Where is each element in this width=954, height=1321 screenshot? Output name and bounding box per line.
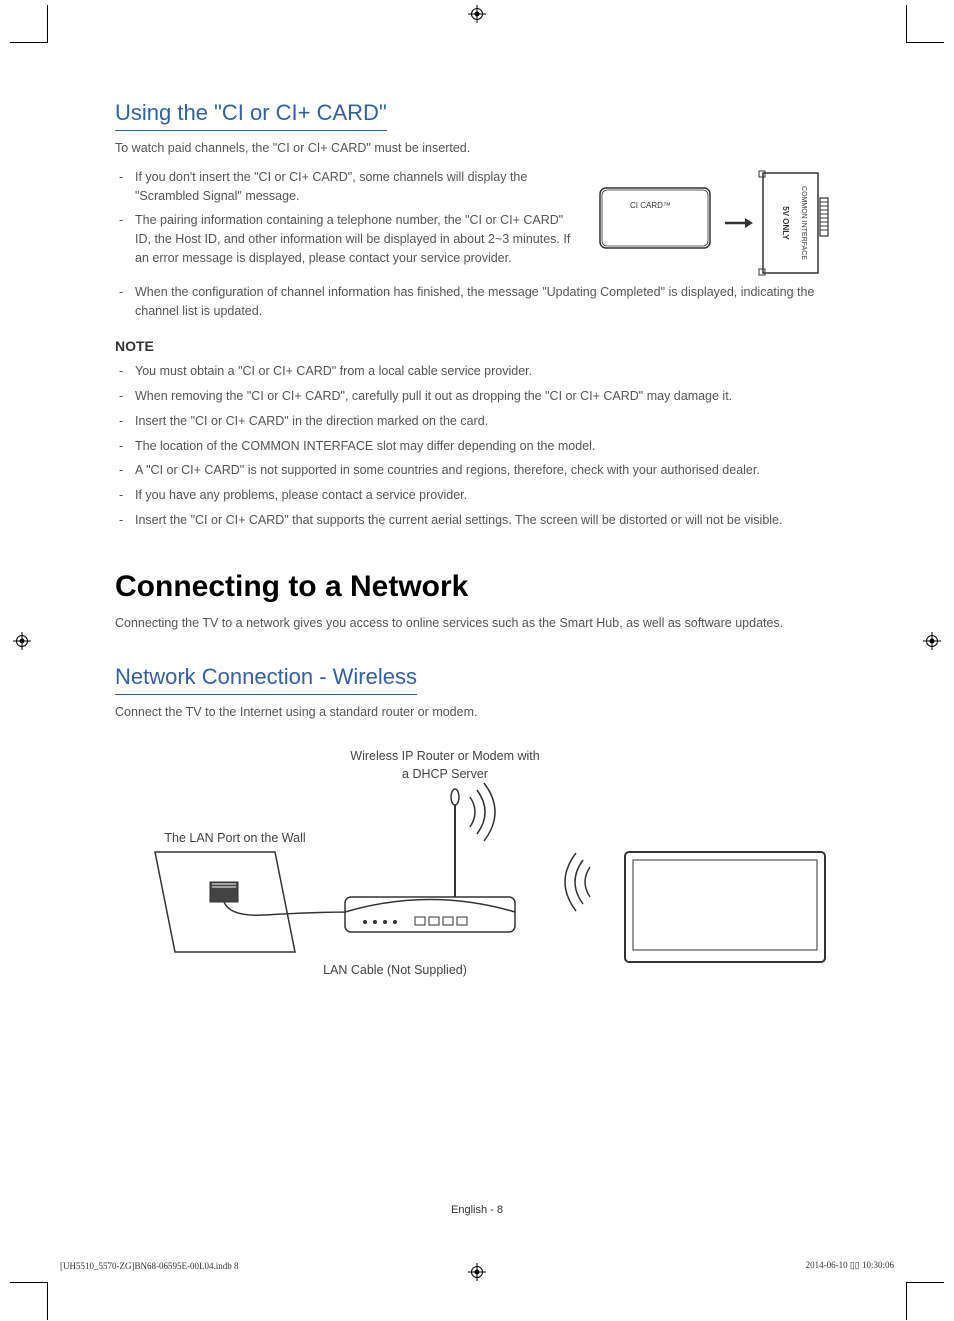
- wifi-waves-icon: [565, 853, 590, 911]
- registration-mark-icon: [923, 632, 941, 650]
- registration-mark-icon: [13, 632, 31, 650]
- ci-bullet-list-bottom: When the configuration of channel inform…: [115, 283, 845, 321]
- ci-row: If you don't insert the "CI or CI+ CARD"…: [115, 168, 845, 283]
- ci-text-column: If you don't insert the "CI or CI+ CARD"…: [115, 168, 575, 283]
- tv-icon: [625, 852, 825, 962]
- lan-cable-label: LAN Cable (Not Supplied): [323, 963, 467, 977]
- note-bullet: You must obtain a "CI or CI+ CARD" from …: [119, 362, 845, 381]
- crop-mark: [906, 42, 944, 43]
- crop-mark: [10, 42, 48, 43]
- router-label-line2: a DHCP Server: [402, 767, 488, 781]
- router-icon: [345, 783, 515, 932]
- ci-bullet-list-top: If you don't insert the "CI or CI+ CARD"…: [115, 168, 575, 268]
- wall-port-icon: [155, 852, 355, 952]
- note-bullet: When removing the "CI or CI+ CARD", care…: [119, 387, 845, 406]
- ci-intro-text: To watch paid channels, the "CI or CI+ C…: [115, 139, 845, 158]
- footer-timestamp: 2014-06-10 ▯▯ 10:30:06: [806, 1260, 894, 1271]
- section-heading-wireless: Network Connection - Wireless: [115, 664, 417, 695]
- note-bullet-list: You must obtain a "CI or CI+ CARD" from …: [115, 362, 845, 529]
- footer-doc-id: [UH5510_5570-ZG]BN68-06595E-00L04.indb 8: [60, 1261, 238, 1271]
- wireless-intro-text: Connect the TV to the Internet using a s…: [115, 703, 845, 722]
- section-heading-ci: Using the "CI or CI+ CARD": [115, 100, 387, 131]
- crop-mark: [47, 1282, 48, 1320]
- ci-card-label: CI CARD™: [630, 201, 671, 210]
- registration-mark-icon: [468, 1263, 486, 1281]
- slot-label-5v: 5V ONLY: [781, 206, 790, 240]
- note-heading: NOTE: [115, 338, 845, 354]
- network-intro-text: Connecting the TV to a network gives you…: [115, 614, 845, 633]
- registration-mark-icon: [468, 5, 486, 23]
- page-content: Using the "CI or CI+ CARD" To watch paid…: [115, 100, 845, 987]
- crop-mark: [906, 1282, 907, 1320]
- page-number: English - 8: [0, 1204, 954, 1216]
- crop-mark: [906, 5, 907, 43]
- wireless-diagram: Wireless IP Router or Modem with a DHCP …: [115, 742, 845, 987]
- crop-mark: [10, 1282, 48, 1283]
- ci-bullet: When the configuration of channel inform…: [119, 283, 845, 321]
- router-label-line1: Wireless IP Router or Modem with: [350, 749, 539, 763]
- ci-bullet: If you don't insert the "CI or CI+ CARD"…: [119, 168, 575, 206]
- crop-mark: [906, 1282, 944, 1283]
- crop-mark: [47, 5, 48, 43]
- note-bullet: A "CI or CI+ CARD" is not supported in s…: [119, 461, 845, 480]
- section-heading-network: Connecting to a Network: [115, 570, 845, 604]
- note-bullet: The location of the COMMON INTERFACE slo…: [119, 437, 845, 456]
- note-bullet: If you have any problems, please contact…: [119, 486, 845, 505]
- wall-port-label: The LAN Port on the Wall: [164, 831, 305, 845]
- note-bullet: Insert the "CI or CI+ CARD" that support…: [119, 511, 845, 530]
- ci-bullet: The pairing information containing a tel…: [119, 211, 575, 267]
- slot-label-common-interface: COMMON INTERFACE: [800, 186, 807, 260]
- ci-figure: CI CARD™ COMMON INTERFACE 5V ONLY: [595, 168, 845, 283]
- note-bullet: Insert the "CI or CI+ CARD" in the direc…: [119, 412, 845, 431]
